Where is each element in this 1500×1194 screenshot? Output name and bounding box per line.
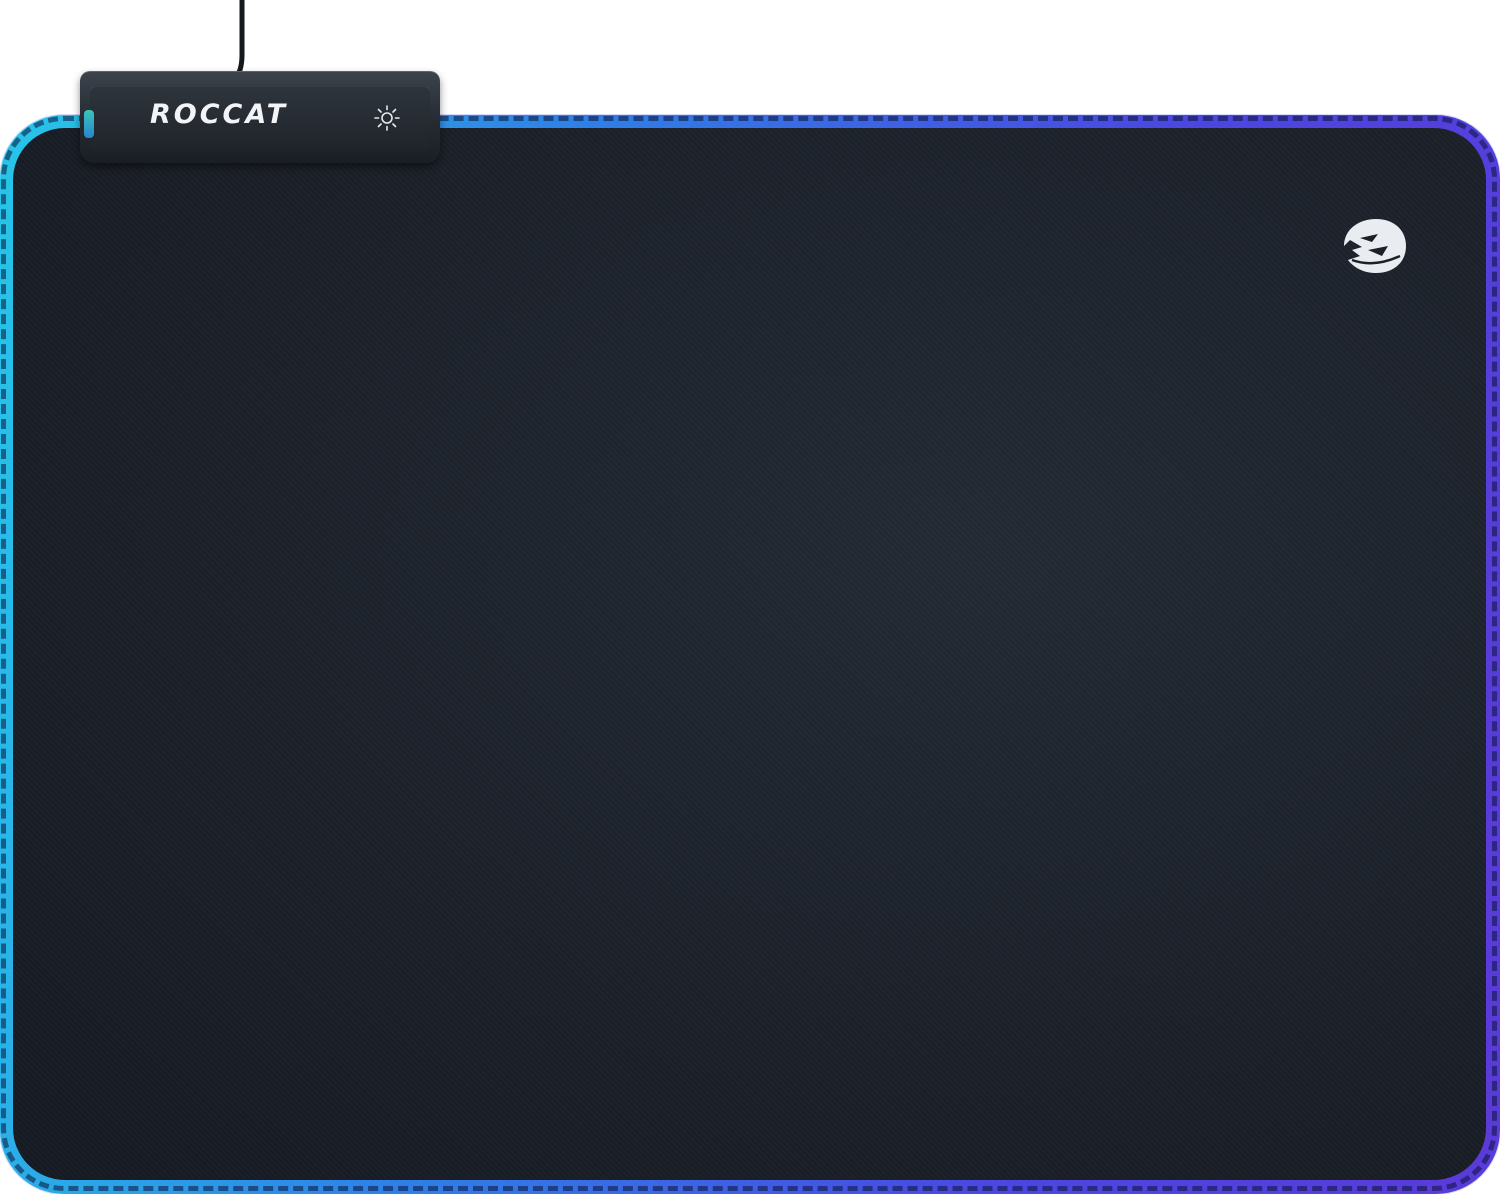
mousepad-surface [13,128,1486,1180]
hub-rgb-glow [84,110,94,138]
roccat-cat-head-icon [1344,219,1406,273]
usb-cable [231,0,245,80]
brand-wordmark: ROCCAT [150,99,289,130]
brightness-sun-icon[interactable] [372,103,402,133]
product-photo: ROCCAT [0,0,1500,1194]
